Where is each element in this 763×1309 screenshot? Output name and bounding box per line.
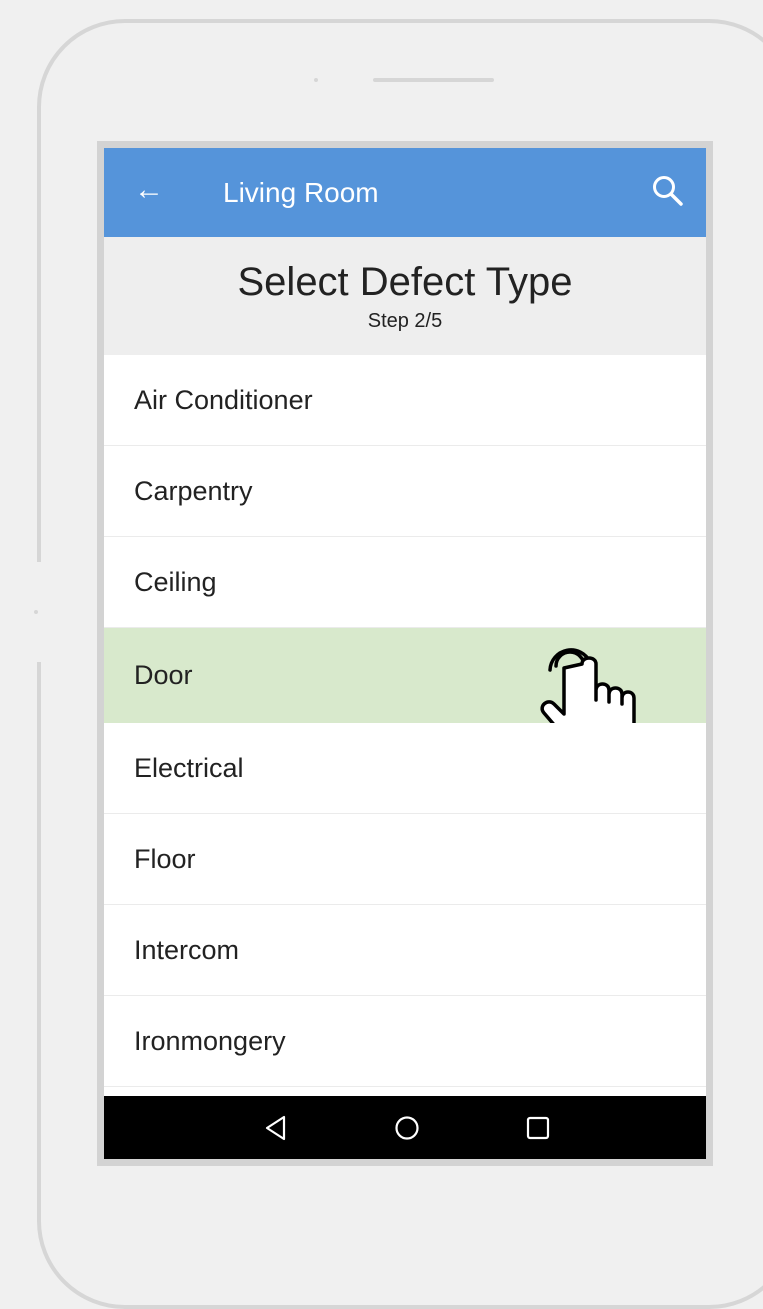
list-item-label: Floor — [134, 843, 196, 874]
system-nav-bar — [104, 1096, 706, 1159]
side-sensor — [34, 610, 38, 614]
list-item-label: Air Conditioner — [134, 384, 313, 415]
list-item-label: Carpentry — [134, 475, 253, 506]
phone-screen: ← Living Room Select Defect Type Step 2/… — [97, 141, 713, 1166]
arrow-left-icon[interactable]: ← — [134, 170, 164, 210]
list-item[interactable]: Intercom — [104, 905, 706, 996]
list-item-label: Intercom — [134, 934, 240, 965]
defect-type-list: Air Conditioner Carpentry Ceiling Door E… — [104, 355, 706, 1087]
list-item-label: Electrical — [134, 752, 244, 783]
page-title: Select Defect Type — [237, 260, 573, 304]
list-item-label: Ceiling — [134, 566, 217, 597]
list-item[interactable]: Ironmongery — [104, 996, 706, 1087]
search-icon[interactable] — [648, 172, 688, 212]
list-item[interactable]: Electrical — [104, 723, 706, 814]
list-item-label: Door — [134, 659, 193, 690]
list-item[interactable]: Carpentry — [104, 446, 706, 537]
step-indicator: Step 2/5 — [367, 310, 443, 332]
recents-square-icon[interactable] — [521, 1111, 555, 1145]
list-item[interactable]: Floor — [104, 814, 706, 905]
speaker-grille — [373, 78, 494, 82]
list-item[interactable]: Air Conditioner — [104, 355, 706, 446]
list-item-selected[interactable]: Door — [104, 628, 706, 754]
list-item[interactable]: Ceiling — [104, 537, 706, 628]
app-bar-title: Living Room — [223, 177, 379, 208]
page-header: Select Defect Type Step 2/5 — [104, 237, 706, 355]
app-bar: ← Living Room — [104, 148, 706, 237]
front-camera — [314, 78, 318, 82]
home-circle-icon[interactable] — [390, 1111, 424, 1145]
list-item-label: Ironmongery — [134, 1025, 286, 1056]
back-triangle-icon[interactable] — [260, 1111, 294, 1145]
